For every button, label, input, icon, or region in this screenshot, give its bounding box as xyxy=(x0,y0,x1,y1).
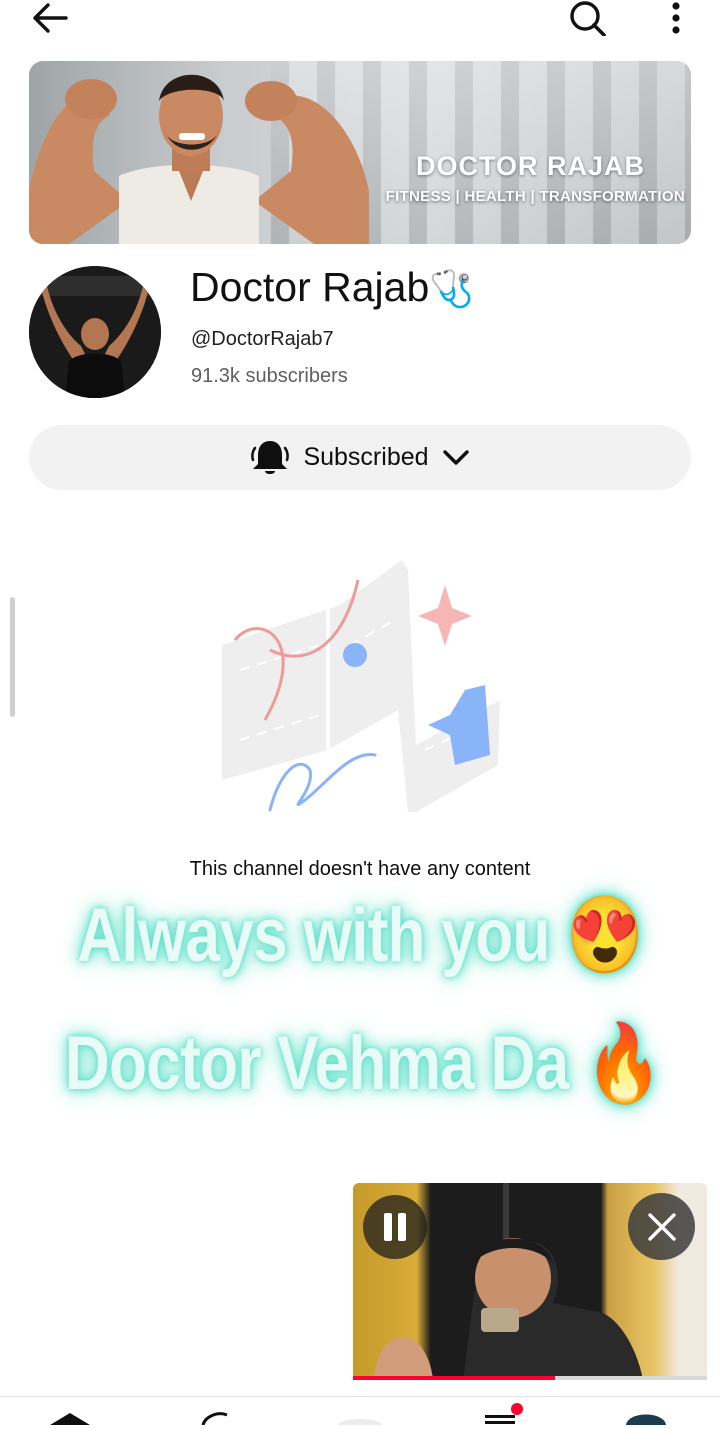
subscribed-button[interactable]: Subscribed xyxy=(29,425,691,490)
more-options-button[interactable] xyxy=(656,0,696,36)
chevron-down-icon xyxy=(442,449,469,465)
profile-avatar xyxy=(626,1414,666,1425)
create-icon xyxy=(338,1419,382,1425)
home-icon xyxy=(50,1413,90,1425)
close-icon xyxy=(647,1212,676,1241)
banner-subtitle: FITNESS | HEALTH | TRANSFORMATION xyxy=(385,188,685,205)
close-button[interactable] xyxy=(628,1193,695,1260)
nav-create[interactable] xyxy=(330,1403,390,1425)
bottom-navigation xyxy=(0,1396,720,1426)
empty-channel-illustration xyxy=(222,560,500,812)
banner-person-illustration xyxy=(29,74,369,244)
channel-handle: @DoctorRajab7 xyxy=(191,328,334,350)
nav-home[interactable] xyxy=(40,1403,100,1425)
avatar-person-illustration xyxy=(29,266,161,398)
arrow-left-icon xyxy=(33,3,68,33)
progress-fill xyxy=(353,1376,555,1380)
channel-name-text: Doctor Rajab xyxy=(190,264,430,310)
scroll-indicator xyxy=(10,597,15,717)
mini-player-progress[interactable] xyxy=(353,1376,707,1380)
stethoscope-emoji: 🩺 xyxy=(429,268,475,309)
channel-name: Doctor Rajab🩺 xyxy=(190,264,474,311)
channel-banner: DOCTOR RAJAB FITNESS | HEALTH | TRANSFOR… xyxy=(29,61,691,244)
subscriptions-icon xyxy=(485,1403,523,1424)
subscriber-count: 91.3k subscribers xyxy=(191,365,348,387)
shorts-icon xyxy=(201,1412,228,1426)
subscribed-label: Subscribed xyxy=(303,443,429,471)
nav-shorts[interactable] xyxy=(185,1403,245,1426)
pause-icon xyxy=(384,1213,406,1241)
search-button[interactable] xyxy=(562,0,614,36)
overlay-caption-line-2: Doctor Vehma Da 🔥 xyxy=(64,1021,663,1106)
search-icon xyxy=(570,1,606,36)
back-button[interactable] xyxy=(24,0,76,36)
nav-profile[interactable] xyxy=(620,1403,680,1425)
channel-avatar[interactable] xyxy=(29,266,161,398)
bell-icon xyxy=(251,440,290,474)
more-vert-icon xyxy=(672,2,680,34)
nav-subscriptions[interactable] xyxy=(475,1403,535,1425)
pause-button[interactable] xyxy=(363,1195,427,1259)
empty-state-message: This channel doesn't have any content xyxy=(189,858,531,880)
banner-title: DOCTOR RAJAB xyxy=(415,151,645,181)
overlay-caption-line-1: Always with you 😍 xyxy=(77,893,644,978)
